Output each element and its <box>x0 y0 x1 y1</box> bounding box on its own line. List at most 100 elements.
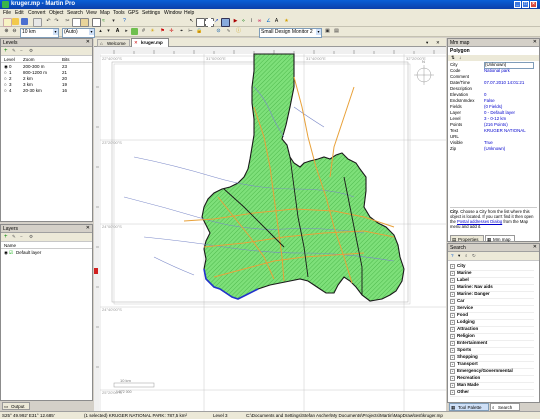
property-row[interactable]: Code National park <box>448 68 537 74</box>
close-icon[interactable]: ✕ <box>533 244 537 250</box>
property-value[interactable]: KRUGER NATIONAL <box>484 128 526 133</box>
tab-kruger[interactable]: ✕ kruger.mp <box>131 38 169 47</box>
property-row[interactable]: Date/Time 07.07.2010 14:01:21 <box>448 80 537 86</box>
zoom-select[interactable]: 10 km ▾ <box>20 28 59 38</box>
search-category[interactable]: + Other <box>450 389 534 397</box>
property-row[interactable]: City (Unknown) <box>448 62 537 69</box>
menu-search[interactable]: Search <box>67 10 83 16</box>
checkbox-checked-icon[interactable]: ☑ <box>9 250 13 256</box>
level-row[interactable]: ○ 4 20-30 km 16 <box>1 88 92 94</box>
level-down-icon[interactable]: ▾ <box>105 28 112 35</box>
menu-help[interactable]: Help <box>184 10 194 16</box>
layer-icon[interactable]: ≈ <box>100 18 107 25</box>
export-icon[interactable]: ▤ <box>333 28 340 35</box>
expand-icon[interactable]: + <box>450 362 455 367</box>
minimize-button[interactable]: _ <box>514 1 521 8</box>
close-icon[interactable]: ✕ <box>436 40 440 46</box>
expand-icon[interactable]: + <box>450 278 455 283</box>
new-file-icon[interactable] <box>3 18 12 27</box>
property-value[interactable]: National park <box>484 68 510 73</box>
menu-view[interactable]: View <box>86 10 97 16</box>
close-icon[interactable]: ✕ <box>86 39 90 45</box>
expand-icon[interactable]: + <box>450 306 455 311</box>
ruler-icon[interactable]: ⊢ <box>187 28 194 35</box>
property-value[interactable]: 0 <box>484 92 486 97</box>
property-value[interactable]: 0 - Default layer <box>484 110 515 115</box>
info-icon[interactable]: ⓘ <box>235 28 242 35</box>
zoom-in-icon[interactable]: ⊕ <box>3 28 10 35</box>
radio-icon[interactable]: ○ <box>4 76 7 81</box>
bulb-icon[interactable]: ☀ <box>149 28 156 35</box>
menu-gps[interactable]: GPS <box>128 10 139 16</box>
search-icon[interactable]: ⌕ <box>465 253 468 258</box>
property-row[interactable]: Level 3 - 0-12 km <box>448 116 537 122</box>
design-select[interactable]: Small Design Monitor 2 ▾ <box>259 28 322 38</box>
property-value[interactable]: True <box>484 140 493 145</box>
remove-level-icon[interactable]: − <box>20 48 23 53</box>
zoom-out-icon[interactable]: ⊖ <box>11 28 18 35</box>
remove-layer-icon[interactable]: − <box>20 234 23 239</box>
layer-options-icon[interactable]: ⚙ <box>29 234 33 240</box>
property-row[interactable]: URL <box>448 134 537 140</box>
expand-icon[interactable]: + <box>450 383 455 388</box>
cut-icon[interactable]: ✂ <box>64 18 71 25</box>
alpha-sort-icon[interactable]: ↓ <box>459 55 461 60</box>
output-tab[interactable]: ▭ Output <box>2 402 30 410</box>
expand-icon[interactable]: + <box>450 376 455 381</box>
grid-icon[interactable]: # <box>140 28 147 35</box>
expand-icon[interactable]: + <box>450 334 455 339</box>
open-folder-icon[interactable] <box>12 18 19 25</box>
property-value[interactable]: False <box>484 98 495 103</box>
layer-row[interactable]: ◉ ☑ Default layer <box>1 250 92 257</box>
add-layer-icon[interactable]: + <box>4 234 8 240</box>
radio-icon[interactable]: ○ <box>4 70 7 75</box>
menu-settings[interactable]: Settings <box>142 10 160 16</box>
close-button[interactable]: × <box>530 1 537 8</box>
text-tool-icon[interactable]: A <box>273 18 280 25</box>
pin-icon[interactable]: ⌖ <box>178 28 185 35</box>
kruger-park-polygon[interactable] <box>201 53 405 302</box>
dropdown-icon[interactable]: ▾ <box>458 253 460 259</box>
help-icon[interactable]: ? <box>121 18 128 25</box>
maximize-button[interactable]: □ <box>522 1 529 8</box>
sort-icon[interactable]: ⇅ <box>451 55 455 61</box>
expand-icon[interactable]: + <box>450 313 455 318</box>
tool-dropdown-icon[interactable]: ▾ <box>110 18 117 25</box>
undo-icon[interactable]: ↶ <box>45 18 52 25</box>
next-icon[interactable]: ▸ <box>123 28 130 35</box>
property-value[interactable]: (Unknown) <box>484 146 505 151</box>
split-icon[interactable]: ⌇ <box>248 18 255 25</box>
expand-icon[interactable]: + <box>450 327 455 332</box>
property-row[interactable]: Zip (Unknown) <box>448 146 537 152</box>
poly-tool-icon[interactable] <box>221 18 230 27</box>
add-level-icon[interactable]: + <box>4 48 8 54</box>
redo-icon[interactable]: ↷ <box>53 18 60 25</box>
expand-icon[interactable]: + <box>450 341 455 346</box>
tab-tool-palette[interactable]: ▦ Tool Palette <box>449 403 489 411</box>
refresh-icon[interactable]: ↻ <box>472 253 476 259</box>
menu-convert[interactable]: Convert <box>28 10 46 16</box>
auto-level-select[interactable]: (Auto) ▾ <box>62 28 95 38</box>
flag-icon[interactable]: ⚑ <box>159 28 166 35</box>
print-icon[interactable] <box>33 18 42 27</box>
join-icon[interactable]: ∞ <box>256 18 263 25</box>
menu-edit[interactable]: Edit <box>15 10 24 16</box>
close-icon[interactable]: ✕ <box>533 39 537 45</box>
pointer-icon[interactable]: ↖ <box>188 18 195 25</box>
lock-icon[interactable]: 🔒 <box>196 28 203 35</box>
tab-list-icon[interactable]: ▾ <box>426 40 428 46</box>
help-icon[interactable]: ? <box>451 253 454 258</box>
expand-icon[interactable]: + <box>450 320 455 325</box>
font-icon[interactable]: A <box>114 28 121 35</box>
poi-tool-icon[interactable]: ▶ <box>232 18 239 25</box>
property-row[interactable]: Fields (0 Fields) <box>448 104 537 110</box>
expand-icon[interactable]: + <box>450 264 455 269</box>
print-preview-icon[interactable]: ▣ <box>324 28 331 35</box>
property-value[interactable]: (0 Fields) <box>484 104 502 109</box>
menu-file[interactable]: File <box>3 10 11 16</box>
expand-icon[interactable]: + <box>450 299 455 304</box>
property-row[interactable]: Comment <box>448 74 537 80</box>
radio-icon[interactable]: ○ <box>4 88 7 93</box>
property-row[interactable]: Points (216 Points) <box>448 122 537 128</box>
map-icon[interactable] <box>131 28 138 35</box>
